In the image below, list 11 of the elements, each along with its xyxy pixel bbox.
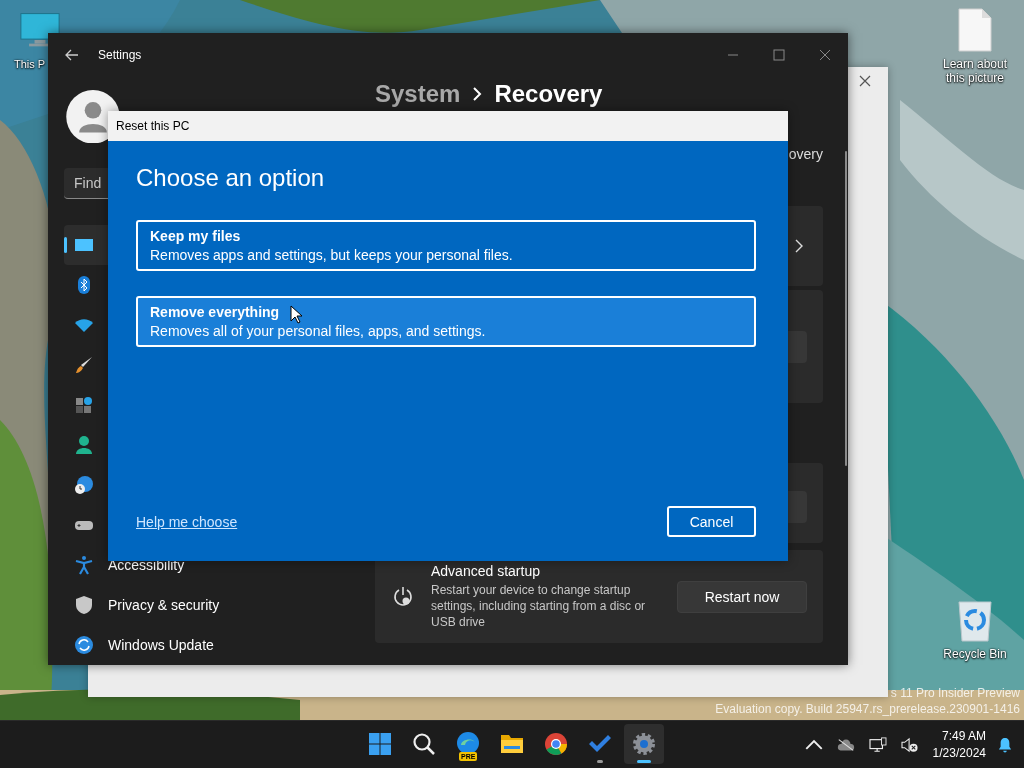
dialog-heading: Choose an option <box>136 163 326 193</box>
setting-title: Advanced startup <box>431 563 541 579</box>
clock-date: 1/23/2024 <box>932 744 986 762</box>
description-text: overy <box>788 146 823 162</box>
dialog-title: Reset this PC <box>116 119 190 133</box>
watermark-text: s 11 Pro Insider Preview <box>890 685 1020 701</box>
clock-time: 7:49 AM <box>941 727 986 745</box>
page-title: Recovery <box>494 80 603 108</box>
window-title: Settings <box>98 48 142 62</box>
setting-description: Restart your device to change startup settings, including starting from a disc or USB drive <box>431 582 647 630</box>
watermark-text: Evaluation copy. Build 25947.rs_prerelease.230901-1416 <box>715 701 1020 717</box>
